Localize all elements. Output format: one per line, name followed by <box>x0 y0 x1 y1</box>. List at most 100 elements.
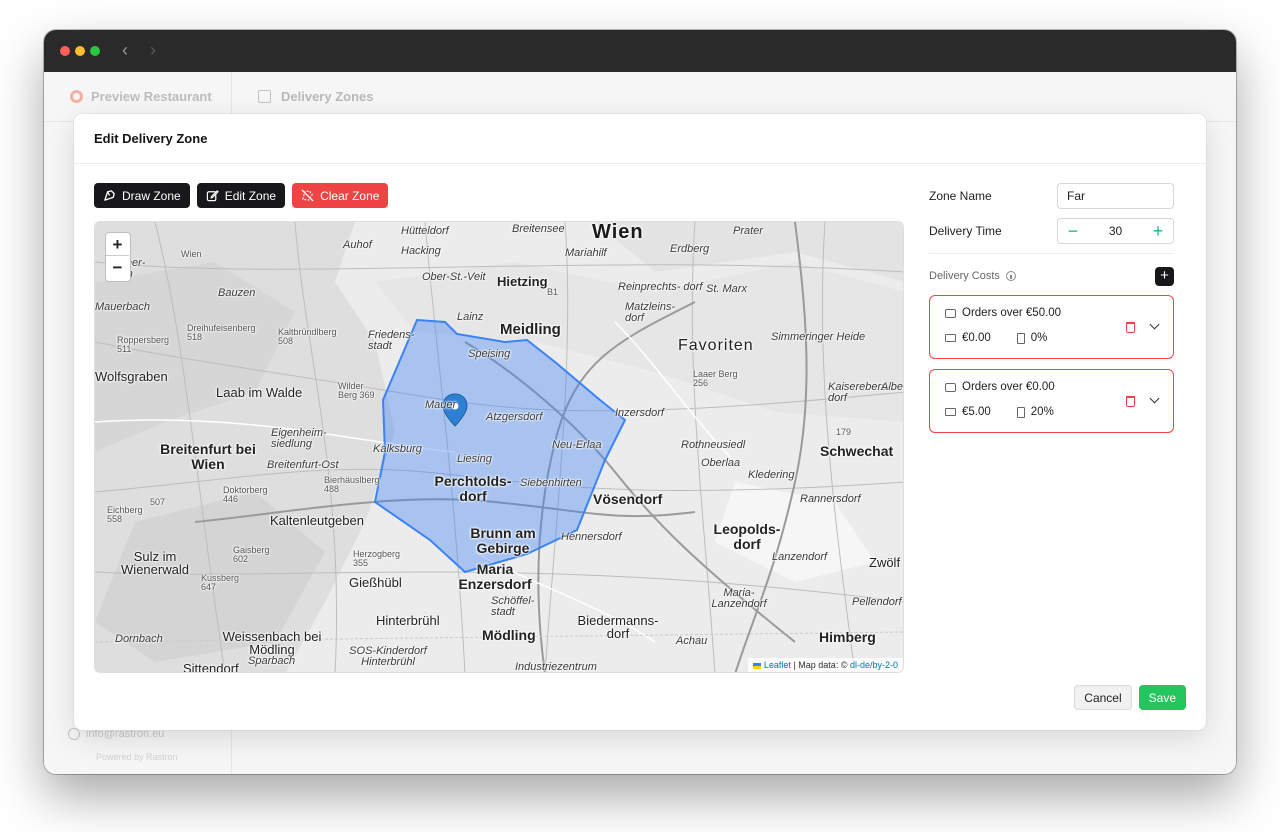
brand-name: Preview Restaurant <box>91 89 212 104</box>
map-label-kaltbruendlberg: Kaltbründlberg 508 <box>278 327 337 346</box>
edit-zone-label: Edit Zone <box>224 188 277 203</box>
map-label-breitenfurt: Breitenfurt bei Wien <box>160 441 256 472</box>
map-label-bauzen: Bauzen <box>218 287 256 299</box>
map-label-himberg: Himberg <box>819 629 876 645</box>
map-label-prater: Prater <box>733 225 763 237</box>
zoom-in-button[interactable]: + <box>106 233 129 256</box>
map-label-inzersdorf: Inzersdorf <box>615 407 664 419</box>
delivery-time-value[interactable]: 30 <box>1109 224 1122 238</box>
close-window-button[interactable] <box>60 46 70 56</box>
powered-by: Powered by Rastron <box>96 752 178 762</box>
ukraine-flag-icon <box>752 662 761 669</box>
map-label-rothneusiedl: Rothneusiedl <box>681 439 746 451</box>
user-avatar-icon <box>68 728 80 740</box>
map-label-friedensstadt: Friedens- stadt <box>368 329 415 352</box>
clear-zone-button[interactable]: Clear Zone <box>292 183 389 208</box>
banknote-icon <box>945 382 956 392</box>
maximize-window-button[interactable] <box>90 46 100 56</box>
zoom-out-button[interactable]: − <box>106 256 129 279</box>
save-button[interactable]: Save <box>1138 685 1186 710</box>
map-label-hietzing: Hietzing <box>497 274 548 289</box>
zoom-control: + − <box>105 232 131 282</box>
cancel-button[interactable]: Cancel <box>1074 685 1132 710</box>
map-label-b1: B1 <box>547 287 559 297</box>
map-label-kaltenleutgeben: Kaltenleutgeben <box>270 513 364 528</box>
map-label-biedermannsdorf: Biedermanns- dorf <box>577 613 659 641</box>
map-label-eichberg: Eichberg 558 <box>107 505 143 524</box>
map-label-achau: Achau <box>676 635 708 647</box>
map-label-favoriten: Favoriten <box>678 337 754 354</box>
map-label-hinterbruehl: Hinterbrühl <box>376 613 440 628</box>
pen-tool-icon <box>104 190 115 201</box>
chevron-down-icon[interactable] <box>1149 393 1160 404</box>
map-label-roppersberg: Roppersberg 511 <box>117 335 170 354</box>
increment-button[interactable]: + <box>1151 221 1165 241</box>
map-label-herzogberg: Herzogberg 355 <box>353 549 401 568</box>
zone-form: Zone Name Delivery Time − 30 + Delivery … <box>929 183 1174 443</box>
map-label-neuerlaa: Neu-Erlaa <box>552 439 602 451</box>
edit-icon <box>206 190 219 202</box>
map-label-perchtoldsdorf: Perchtolds- dorf <box>434 473 512 504</box>
map-label-sulz: Sulz im Wienerwald <box>121 549 189 577</box>
zone-map[interactable]: Wien Hütteldorf Breitensee Prater Auhof … <box>94 221 904 673</box>
map-label-atzgersdorf: Atzgersdorf <box>486 411 543 423</box>
map-label-mariahilf: Mariahilf <box>565 247 607 259</box>
banknote-icon <box>945 308 956 318</box>
truck-icon <box>945 408 956 416</box>
map-label-gaisberg: Gaisberg 602 <box>233 545 270 564</box>
clear-shape-icon <box>301 189 314 202</box>
delivery-costs-header: Delivery Costs + <box>929 266 1174 286</box>
delivery-cost-card[interactable]: Orders over €0.00 €5.00 20% <box>929 369 1174 433</box>
cost-fee: €5.00 <box>962 406 991 418</box>
map-label-maria-lanzendorf: Maria- Lanzendorf <box>711 587 767 610</box>
draw-zone-button[interactable]: Draw Zone <box>94 183 190 208</box>
decrement-button[interactable]: − <box>1066 221 1080 241</box>
map-toolbar: Draw Zone Edit Zone Clear Zone <box>94 183 389 208</box>
map-label-weissenbach: Weissenbach bei Mödling <box>222 629 322 657</box>
map-label-bierhaeuslberg: Bierhäuslberg 488 <box>324 475 380 494</box>
map-label-erdberg: Erdberg <box>670 243 710 255</box>
map-label-siebenhirten: Siebenhirten <box>520 477 582 489</box>
delivery-cost-card[interactable]: Orders over €50.00 €0.00 0% <box>929 295 1174 359</box>
modal-footer: Cancel Save <box>1074 685 1186 710</box>
map-label-laaerberg: Laaer Berg 256 <box>693 369 738 388</box>
delivery-time-label: Delivery Time <box>929 224 1002 238</box>
cost-values-row: €0.00 0% <box>945 332 1158 344</box>
modal-title: Edit Delivery Zone <box>94 131 208 146</box>
trash-icon[interactable] <box>1126 322 1135 333</box>
map-label-breitenfurtost: Breitenfurt-Ost <box>267 459 339 471</box>
map-label-lanzendorf: Lanzendorf <box>772 551 828 563</box>
map-label-oberlaa: Oberlaa <box>701 457 741 469</box>
back-arrow-icon[interactable]: ‹ <box>122 40 128 60</box>
minimize-window-button[interactable] <box>75 46 85 56</box>
map-label-giesshuebl: Gießhübl <box>349 575 402 590</box>
map-label-schoeffelstadt: Schöffel- stadt <box>491 595 535 618</box>
leaflet-link[interactable]: Leaflet <box>764 660 791 670</box>
map-label-sittendorf: Sittendorf <box>183 661 239 673</box>
map-label-hennersdorf: Hennersdorf <box>561 531 622 543</box>
map-label-stmarx: St. Marx <box>706 283 747 295</box>
map-label-speising: Speising <box>468 348 511 360</box>
chevron-down-icon[interactable] <box>1149 319 1160 330</box>
zone-name-row: Zone Name <box>929 183 1174 209</box>
brand-logo-icon <box>70 90 83 103</box>
restaurant-switcher[interactable]: Preview Restaurant <box>70 89 212 104</box>
map-label-sparbach: Sparbach <box>248 655 296 667</box>
add-delivery-cost-button[interactable]: + <box>1155 266 1174 286</box>
map-label-kussberg: Kussberg 647 <box>201 573 240 592</box>
map-label-reinprechtsdorf: Reinprechts- dorf <box>618 281 703 293</box>
map-label-obersanktveit: Ober-St.-Veit <box>422 271 486 283</box>
map-label-dornbach: Dornbach <box>115 633 163 645</box>
map-label-hoher507: 507 <box>150 497 166 507</box>
sidebar-toggle-icon[interactable] <box>258 90 271 103</box>
map-label-industriezentrum: Industriezentrum <box>515 661 597 673</box>
info-icon[interactable] <box>1005 271 1016 281</box>
edit-zone-button[interactable]: Edit Zone <box>196 183 286 208</box>
zone-name-input[interactable] <box>1057 183 1174 209</box>
map-label-mauer: Mauer <box>425 399 457 411</box>
cost-fee: €0.00 <box>962 332 991 344</box>
trash-icon[interactable] <box>1126 396 1135 407</box>
map-label-weidlingau: Wien <box>181 249 202 259</box>
license-link[interactable]: dl-de/by-2-0 <box>850 660 898 670</box>
forward-arrow-icon[interactable]: › <box>150 40 156 60</box>
